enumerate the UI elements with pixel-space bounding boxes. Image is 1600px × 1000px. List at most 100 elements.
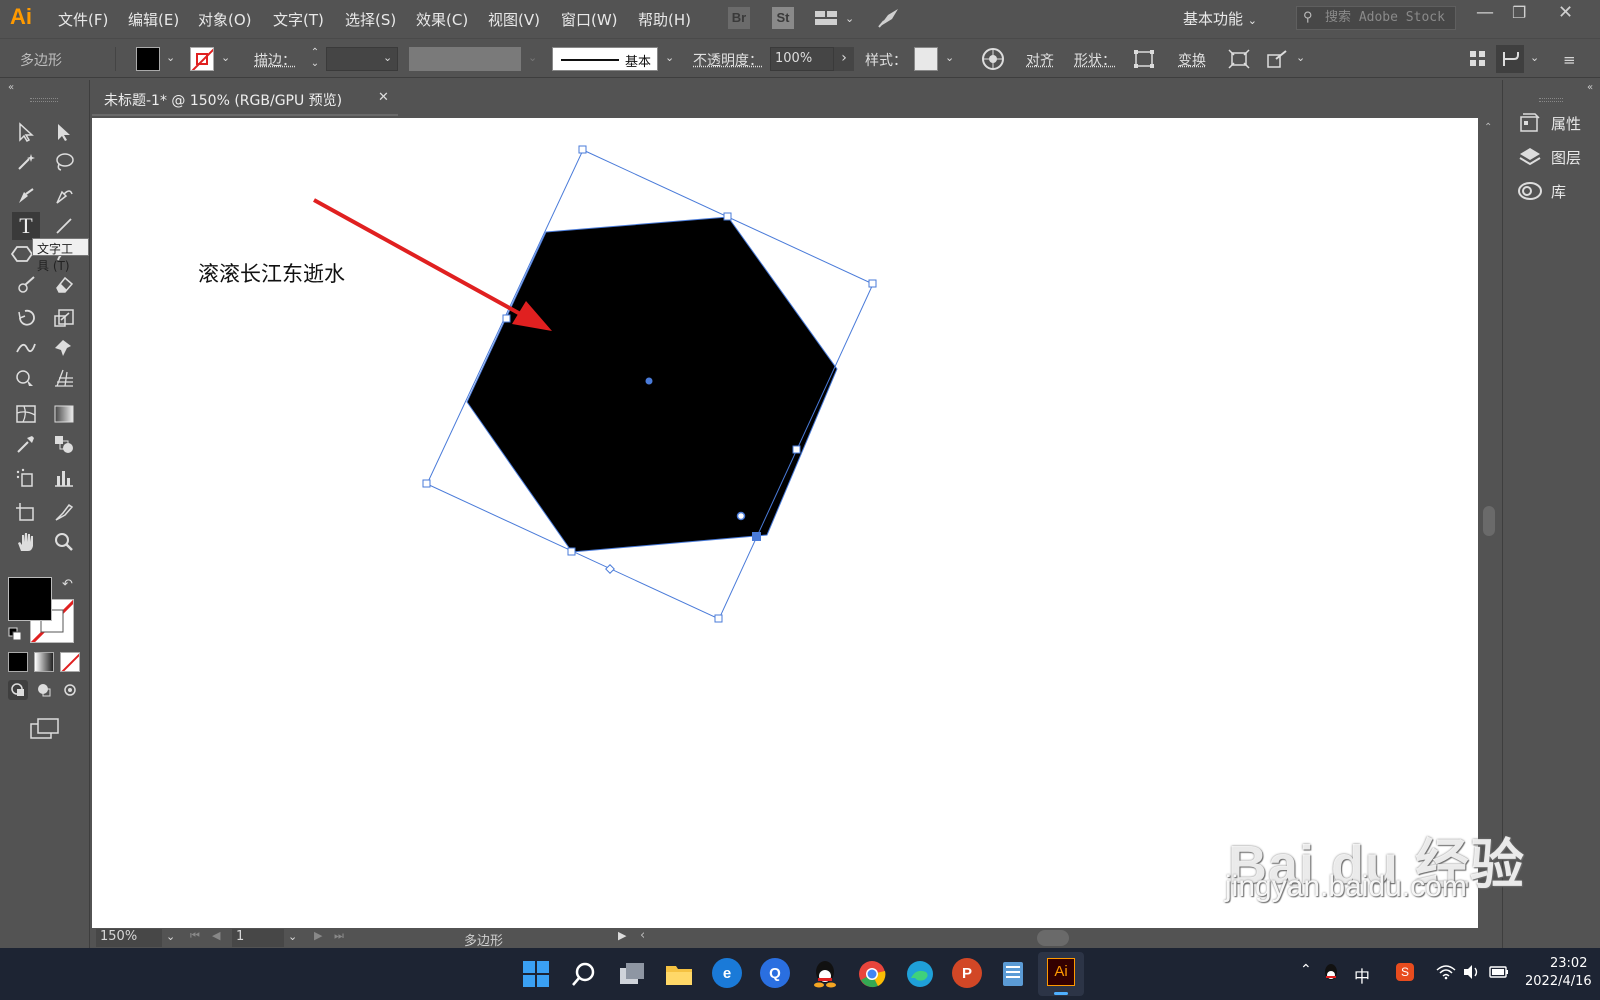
properties-panel-tab[interactable]: 属性 <box>1517 108 1597 138</box>
shape-bounds-icon[interactable] <box>1133 49 1155 73</box>
chrome-icon[interactable] <box>858 960 886 992</box>
chevron-down-icon[interactable]: ⌄ <box>166 930 175 943</box>
perspective-grid-tool-icon[interactable] <box>50 364 78 392</box>
chevron-right-icon[interactable]: › <box>834 47 854 71</box>
clock-time[interactable]: 23:02 <box>1550 956 1587 971</box>
notepad-icon[interactable] <box>1000 958 1026 992</box>
slice-tool-icon[interactable] <box>50 498 78 526</box>
chevron-down-icon[interactable]: ⌄ <box>166 51 175 64</box>
menu-view[interactable]: 视图(V) <box>488 9 540 30</box>
panel-grip[interactable] <box>1539 98 1563 102</box>
close-button[interactable]: ✕ <box>1558 2 1573 23</box>
align-button[interactable]: 对齐 <box>1026 50 1054 70</box>
color-mode-icon[interactable] <box>8 652 28 672</box>
layers-panel-tab[interactable]: 图层 <box>1517 142 1597 172</box>
recolor-artwork-icon[interactable] <box>981 47 1005 75</box>
isolate-icon[interactable] <box>1228 49 1250 73</box>
mesh-tool-icon[interactable] <box>12 400 40 428</box>
direct-selection-tool-icon[interactable] <box>50 118 78 146</box>
libraries-panel-tab[interactable]: 库 <box>1517 176 1597 206</box>
file-explorer-icon[interactable] <box>664 960 694 992</box>
restore-button[interactable]: ❐ <box>1512 3 1526 22</box>
lasso-tool-icon[interactable] <box>50 148 78 176</box>
arrange-icon[interactable] <box>1470 51 1486 71</box>
brush-definition[interactable]: 基本 <box>552 47 658 71</box>
rotate-tool-icon[interactable] <box>12 304 40 332</box>
variable-width-profile[interactable] <box>409 47 521 71</box>
scroll-left-icon[interactable]: ‹ <box>640 928 645 943</box>
qq-tray-icon[interactable] <box>1322 962 1340 988</box>
close-tab-icon[interactable]: ✕ <box>378 90 389 105</box>
vertical-scroll-thumb[interactable] <box>1483 506 1495 536</box>
status-menu-icon[interactable]: ▶ <box>618 929 626 942</box>
column-graph-tool-icon[interactable] <box>50 464 78 492</box>
zoom-tool-icon[interactable] <box>50 528 78 556</box>
zoom-field[interactable]: 150% <box>96 929 162 947</box>
default-fill-stroke-icon[interactable] <box>8 627 22 645</box>
minimize-button[interactable]: — <box>1476 2 1494 23</box>
chevron-down-icon[interactable]: ⌄ <box>845 12 854 25</box>
chevron-down-icon[interactable]: ⌄ <box>665 51 674 64</box>
task-view-icon[interactable] <box>618 960 646 992</box>
menu-file[interactable]: 文件(F) <box>58 9 108 30</box>
properties-toggle-icon[interactable] <box>1496 45 1524 73</box>
eyedropper-tool-icon[interactable] <box>12 430 40 458</box>
pen-tool-icon[interactable] <box>12 182 40 210</box>
bbox-handle[interactable] <box>723 212 732 221</box>
artboard-number-field[interactable]: 1 <box>232 929 284 947</box>
sogou-ime-icon[interactable]: S <box>1396 963 1414 981</box>
bbox-handle[interactable] <box>714 614 723 623</box>
wifi-icon[interactable] <box>1436 964 1456 984</box>
powerpoint-icon[interactable]: P <box>952 958 982 988</box>
ime-indicator[interactable]: 中 <box>1354 963 1370 987</box>
menu-effect[interactable]: 效果(C) <box>416 9 468 30</box>
menu-window[interactable]: 窗口(W) <box>561 9 618 30</box>
chevron-down-icon[interactable]: ⌄ <box>1296 51 1305 64</box>
illustrator-taskbar-button[interactable]: Ai <box>1038 952 1084 996</box>
side-widget[interactable] <box>605 564 615 574</box>
symbol-sprayer-tool-icon[interactable] <box>12 464 40 492</box>
transform-button[interactable]: 变换 <box>1178 50 1206 70</box>
type-tool-icon[interactable]: T <box>12 212 40 240</box>
panel-grip[interactable] <box>30 98 58 102</box>
collapse-icon[interactable]: « <box>8 82 14 93</box>
curvature-tool-icon[interactable] <box>50 182 78 210</box>
opacity-label[interactable]: 不透明度： <box>693 50 763 70</box>
next-artboard-icon[interactable]: ▶ <box>314 929 322 942</box>
artboard-canvas[interactable]: 滚滚长江东逝水 <box>92 118 1478 928</box>
chevron-down-icon[interactable]: ⌄ <box>288 930 297 943</box>
ie-browser-icon[interactable]: e <box>712 958 742 988</box>
arrange-documents-icon[interactable] <box>814 9 838 31</box>
previous-artboard-icon[interactable]: ◀ <box>212 929 220 942</box>
search-icon[interactable] <box>570 960 598 992</box>
chevron-down-icon[interactable]: ⌄ <box>1530 51 1539 64</box>
opacity-input[interactable]: 100% <box>770 47 834 71</box>
stroke-label[interactable]: 描边： <box>254 50 296 70</box>
bbox-handle[interactable] <box>792 445 801 454</box>
stock-button[interactable]: St <box>772 7 794 29</box>
bridge-button[interactable]: Br <box>728 7 750 29</box>
document-tab[interactable]: 未标题-1* @ 150% (RGB/GPU 预览) ✕ <box>92 82 398 116</box>
screen-mode-icon[interactable] <box>30 718 60 744</box>
menu-edit[interactable]: 编辑(E) <box>128 9 179 30</box>
chevron-down-icon[interactable]: ⌄ <box>221 51 230 64</box>
battery-icon[interactable] <box>1488 964 1510 984</box>
stroke-swatch[interactable] <box>190 47 214 71</box>
draw-behind-icon[interactable] <box>34 680 54 704</box>
shaper-tool-icon[interactable] <box>12 270 40 298</box>
bbox-handle[interactable] <box>868 279 877 288</box>
magic-wand-tool-icon[interactable] <box>12 148 40 176</box>
puppet-warp-icon[interactable] <box>1266 49 1288 73</box>
width-tool-icon[interactable] <box>12 334 40 362</box>
puppet-warp-tool-icon[interactable] <box>50 334 78 362</box>
shape-label[interactable]: 形状： <box>1074 50 1116 70</box>
scale-tool-icon[interactable] <box>50 304 78 332</box>
bbox-handle[interactable] <box>502 314 511 323</box>
edge-icon[interactable] <box>906 960 934 992</box>
corner-widget[interactable] <box>736 511 746 521</box>
stroke-stepper[interactable]: ⌃ ⌄ <box>305 47 325 71</box>
collapse-icon[interactable]: « <box>1587 82 1593 93</box>
qq-icon[interactable] <box>812 958 838 992</box>
selection-tool-icon[interactable] <box>12 118 40 146</box>
bbox-handle[interactable] <box>578 145 587 154</box>
